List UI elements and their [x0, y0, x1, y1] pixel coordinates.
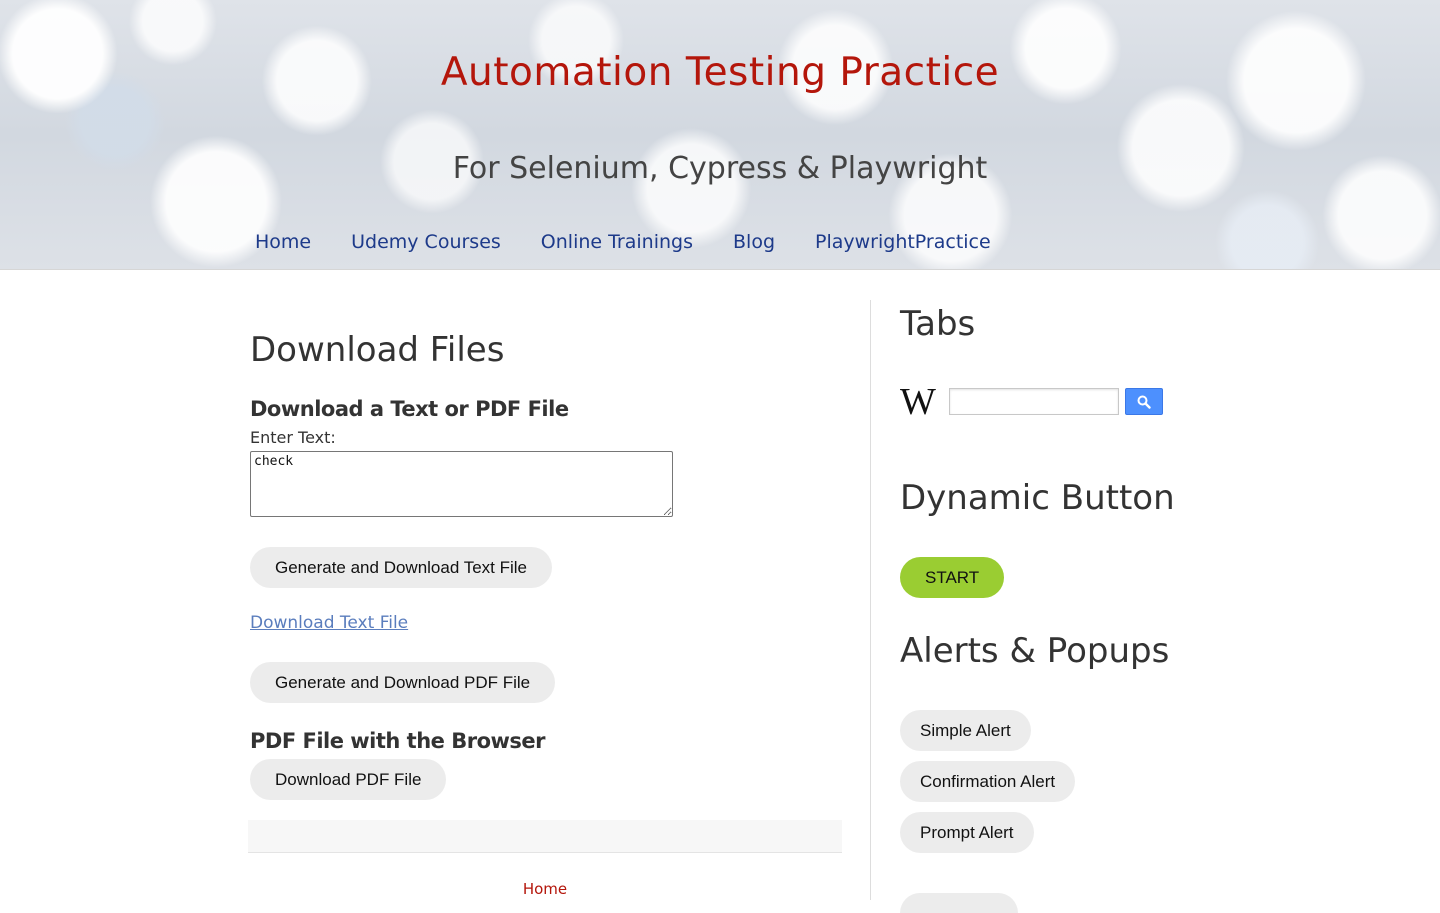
generate-download-text-button[interactable]: Generate and Download Text File — [250, 547, 553, 588]
footer-home-link[interactable]: Home — [250, 880, 840, 898]
download-text-file-link[interactable]: Download Text File — [250, 613, 408, 633]
section-heading-download-text-pdf: Download a Text or PDF File — [250, 397, 569, 421]
prompt-alert-button[interactable]: Prompt Alert — [900, 812, 1034, 853]
section-heading-pdf-browser: PDF File with the Browser — [250, 729, 546, 753]
footer-bar — [248, 820, 842, 853]
enter-text-label: Enter Text: — [250, 428, 336, 447]
page-title: Download Files — [250, 330, 505, 370]
simple-alert-button[interactable]: Simple Alert — [900, 710, 1031, 751]
site-header: Automation Testing Practice For Selenium… — [0, 0, 1440, 270]
site-subtitle: For Selenium, Cypress & Playwright — [452, 151, 988, 186]
alerts-popups-heading: Alerts & Popups — [900, 631, 1170, 671]
nav-blog[interactable]: Blog — [733, 231, 775, 253]
enter-text-textarea[interactable]: check — [250, 451, 673, 517]
dynamic-button-heading: Dynamic Button — [900, 478, 1175, 518]
tabs-heading: Tabs — [900, 304, 976, 344]
partially-visible-button[interactable] — [900, 893, 1018, 913]
main-nav: Home Udemy Courses Online Trainings Blog… — [255, 231, 1031, 253]
site-title: Automation Testing Practice — [440, 50, 1000, 95]
wikipedia-search-input[interactable] — [949, 388, 1119, 415]
generate-download-pdf-button[interactable]: Generate and Download PDF File — [250, 662, 556, 703]
nav-udemy-courses[interactable]: Udemy Courses — [351, 231, 501, 253]
confirmation-alert-button[interactable]: Confirmation Alert — [900, 761, 1076, 802]
column-divider — [870, 300, 871, 900]
start-button[interactable]: START — [900, 557, 1005, 598]
download-pdf-button[interactable]: Download PDF File — [250, 759, 447, 800]
wikipedia-logo-icon: W — [900, 381, 936, 423]
nav-playwright-practice[interactable]: PlaywrightPractice — [815, 231, 991, 253]
sidebar: Tabs W Dynamic Button START Alerts & Pop… — [900, 300, 1300, 913]
search-icon — [1137, 395, 1151, 409]
nav-home[interactable]: Home — [255, 231, 311, 253]
nav-online-trainings[interactable]: Online Trainings — [541, 231, 693, 253]
wikipedia-search-button[interactable] — [1125, 388, 1163, 415]
